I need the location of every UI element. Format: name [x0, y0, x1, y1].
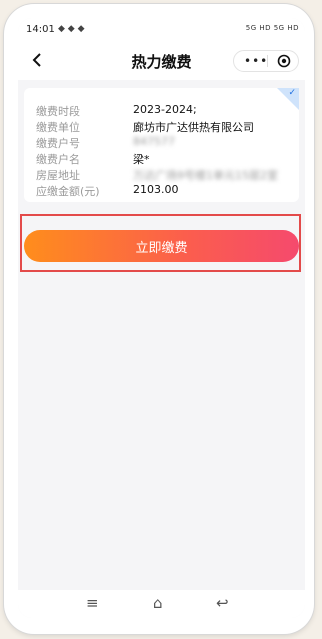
pay-now-button[interactable]: 立即缴费 — [24, 230, 299, 262]
back-arrow-icon[interactable]: ↩ — [216, 594, 229, 612]
row-label: 缴费户号 — [36, 137, 80, 150]
bill-row-company: 缴费单位 廊坊市广达供热有限公司 — [36, 119, 296, 135]
row-value-blurred: 万达广场9号楼1单元15层2室 — [133, 169, 278, 182]
status-time: 14:01 — [26, 24, 55, 35]
bill-row-account: 缴费户号 847577 — [36, 135, 296, 151]
row-label: 缴费单位 — [36, 121, 80, 134]
status-bar: 14:01 ◆ ◆ ◆ 5G HD 5G HD — [18, 18, 305, 42]
capsule-divider — [267, 55, 268, 67]
row-value: 廊坊市广达供热有限公司 — [133, 121, 254, 134]
system-nav-bar: ≡ ⌂ ↩ — [18, 590, 305, 618]
target-circle-icon[interactable] — [277, 54, 291, 68]
row-value: 2103.00 — [133, 183, 179, 196]
phone-frame: 14:01 ◆ ◆ ◆ 5G HD 5G HD 热力缴费 ••• ✓ 缴费时段 … — [4, 4, 314, 634]
bill-row-period: 缴费时段 2023-2024; — [36, 103, 296, 119]
row-value: 2023-2024; — [133, 103, 197, 116]
row-value: 梁* — [133, 153, 150, 166]
more-dots-icon[interactable]: ••• — [244, 54, 268, 68]
bill-row-name: 缴费户名 梁* — [36, 151, 296, 167]
nav-bar: 热力缴费 ••• — [18, 42, 305, 80]
mini-program-capsule: ••• — [233, 50, 299, 72]
row-label: 缴费户名 — [36, 153, 80, 166]
bill-row-address: 房屋地址 万达广场9号楼1单元15层2室 — [36, 167, 296, 183]
row-value-blurred: 847577 — [133, 135, 175, 148]
home-icon[interactable]: ⌂ — [153, 594, 163, 612]
row-label: 缴费时段 — [36, 105, 80, 118]
network-indicator: 5G HD 5G HD — [245, 24, 299, 32]
row-label: 房屋地址 — [36, 169, 80, 182]
bill-info-card: ✓ 缴费时段 2023-2024; 缴费单位 廊坊市广达供热有限公司 缴费户号 … — [24, 88, 299, 202]
bill-row-amount: 应缴金额(元) 2103.00 — [36, 183, 296, 199]
row-label: 应缴金额(元) — [36, 185, 100, 198]
check-icon: ✓ — [288, 88, 296, 98]
notification-icons: ◆ ◆ ◆ — [58, 24, 85, 34]
menu-icon[interactable]: ≡ — [86, 594, 99, 612]
screen: 14:01 ◆ ◆ ◆ 5G HD 5G HD 热力缴费 ••• ✓ 缴费时段 … — [18, 18, 305, 618]
